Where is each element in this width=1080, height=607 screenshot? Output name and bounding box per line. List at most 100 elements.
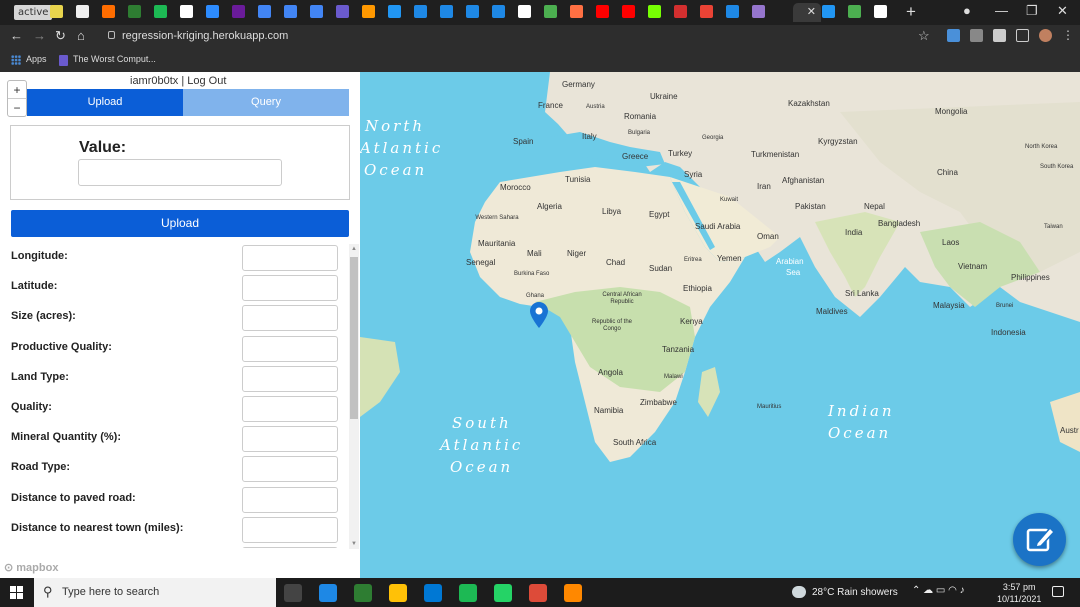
taskbar-app-icon[interactable] [424, 584, 442, 602]
field-input[interactable] [242, 245, 338, 271]
tab-favicon-icon[interactable] [336, 5, 349, 18]
field-input[interactable] [242, 486, 338, 513]
tab-favicon-icon[interactable] [232, 5, 245, 18]
clock[interactable]: 3:57 pm 10/11/2021 [997, 581, 1041, 605]
menu-icon[interactable]: ⋮ [1062, 29, 1075, 42]
weather-text[interactable]: 28°C Rain showers [812, 587, 898, 598]
tab-favicon-icon[interactable] [570, 5, 583, 18]
field-label: Productive Quality: [11, 340, 112, 353]
taskbar-search[interactable]: ⚲ Type here to search [34, 578, 276, 607]
tab-favicon-icon[interactable] [492, 5, 505, 18]
tab-favicon-icon[interactable] [258, 5, 271, 18]
tab-favicon-icon[interactable] [50, 5, 63, 18]
tab-favicon-icon[interactable] [154, 5, 167, 18]
field-input[interactable] [242, 547, 338, 548]
field-input[interactable] [242, 365, 338, 392]
taskbar-app-icon[interactable] [319, 584, 337, 602]
home-icon[interactable]: ⌂ [77, 28, 85, 43]
tab-favicon-icon[interactable] [700, 5, 713, 18]
mail-icon[interactable] [970, 29, 983, 42]
tab-favicon-icon[interactable] [518, 5, 531, 18]
edit-button[interactable] [1013, 513, 1066, 566]
tab-upload[interactable]: Upload [27, 89, 183, 116]
bookmark-star-icon[interactable]: ☆ [918, 28, 930, 44]
puzzle-icon[interactable] [993, 29, 1006, 42]
field-input[interactable] [242, 396, 338, 422]
tab-favicon-icon[interactable] [544, 5, 557, 18]
tab-favicon-icon[interactable] [596, 5, 609, 18]
avatar[interactable] [1039, 29, 1052, 42]
tab-favicon-icon[interactable] [388, 5, 401, 18]
field-input[interactable] [242, 305, 338, 332]
field-input[interactable] [242, 426, 338, 453]
taskbar-app-icon[interactable] [529, 584, 547, 602]
tab-favicon-icon[interactable] [180, 5, 193, 18]
tab-favicon-icon[interactable] [206, 5, 219, 18]
country-label: Niger [567, 249, 587, 258]
field-input[interactable] [242, 335, 338, 362]
taskbar-app-icon[interactable] [354, 584, 372, 602]
active-tab-pill[interactable]: active [14, 5, 53, 20]
field-input[interactable] [242, 516, 338, 543]
field-input[interactable] [242, 456, 338, 483]
field-list-scrollbar[interactable]: ▲ ▼ [349, 244, 359, 549]
scroll-thumb[interactable] [350, 257, 358, 419]
current-tab[interactable]: ✕ [793, 3, 821, 22]
restore-icon[interactable]: ❐ [1026, 3, 1038, 19]
tab-favicon-icon[interactable] [362, 5, 375, 18]
back-icon[interactable]: ← [10, 28, 23, 43]
close-window-icon[interactable]: ✕ [1057, 3, 1068, 19]
new-tab-button[interactable]: + [906, 2, 916, 22]
tab-favicon-icon[interactable] [822, 5, 835, 18]
taskbar-app-icon[interactable] [564, 584, 582, 602]
tab-search-icon[interactable]: ● [963, 3, 971, 18]
reload-icon[interactable]: ↻ [55, 28, 66, 44]
user-logout-link[interactable]: iamr0b0tx | Log Out [130, 75, 226, 87]
sidebar-icon[interactable] [1016, 29, 1029, 42]
tab-favicon-icon[interactable] [284, 5, 297, 18]
tab-favicon-icon[interactable] [874, 5, 887, 18]
taskbar-app-icon[interactable] [284, 584, 302, 602]
zoom-in-button[interactable]: + [8, 81, 26, 99]
notification-icon[interactable] [1052, 586, 1064, 597]
tab-favicon-icon[interactable] [310, 5, 323, 18]
extension-icon[interactable] [947, 29, 960, 42]
tab-favicon-icon[interactable] [102, 5, 115, 18]
forward-icon[interactable]: → [33, 28, 46, 43]
tab-favicon-icon[interactable] [848, 5, 861, 18]
scroll-up-icon[interactable]: ▲ [351, 246, 357, 252]
close-tab-icon[interactable]: ✕ [807, 6, 816, 18]
tab-favicon-icon[interactable] [128, 5, 141, 18]
upload-button[interactable]: Upload [11, 210, 349, 237]
ocean-label: North [365, 117, 426, 135]
tab-favicon-icon[interactable] [752, 5, 765, 18]
country-label: Tunisia [565, 175, 591, 184]
tab-favicon-icon[interactable] [466, 5, 479, 18]
minimize-icon[interactable]: — [995, 3, 1008, 18]
country-label: Brunei [996, 303, 1014, 309]
tray-icons[interactable]: ⌃ ☁ ▭ ◠ ♪ [912, 585, 965, 596]
zoom-out-button[interactable]: − [8, 99, 26, 117]
tab-favicon-icon[interactable] [674, 5, 687, 18]
tab-favicon-icon[interactable] [414, 5, 427, 18]
tab-favicon-icon[interactable] [622, 5, 635, 18]
tab-favicon-icon[interactable] [76, 5, 89, 18]
tab-query[interactable]: Query [183, 89, 349, 116]
scroll-down-icon[interactable]: ▼ [351, 541, 357, 547]
value-input[interactable] [78, 159, 282, 186]
map-view[interactable]: North Atlantic Ocean South Atlantic Ocea… [360, 72, 1080, 578]
field-input[interactable] [242, 275, 338, 302]
windows-start-icon[interactable] [10, 586, 23, 599]
tab-favicon-icon[interactable] [440, 5, 453, 18]
bookmark-apps[interactable]: Apps [26, 54, 47, 64]
country-label: Libya [602, 207, 622, 216]
address-bar[interactable]: regression-kriging.herokuapp.com ☆ [96, 27, 940, 47]
taskbar-search-placeholder[interactable]: Type here to search [62, 586, 159, 598]
taskbar-app-icon[interactable] [494, 584, 512, 602]
bookmark-worst-computer[interactable]: The Worst Comput... [73, 54, 156, 64]
taskbar-app-icon[interactable] [389, 584, 407, 602]
tab-favicon-icon[interactable] [726, 5, 739, 18]
url-text[interactable]: regression-kriging.herokuapp.com [122, 30, 288, 42]
taskbar-app-icon[interactable] [459, 584, 477, 602]
tab-favicon-icon[interactable] [648, 5, 661, 18]
